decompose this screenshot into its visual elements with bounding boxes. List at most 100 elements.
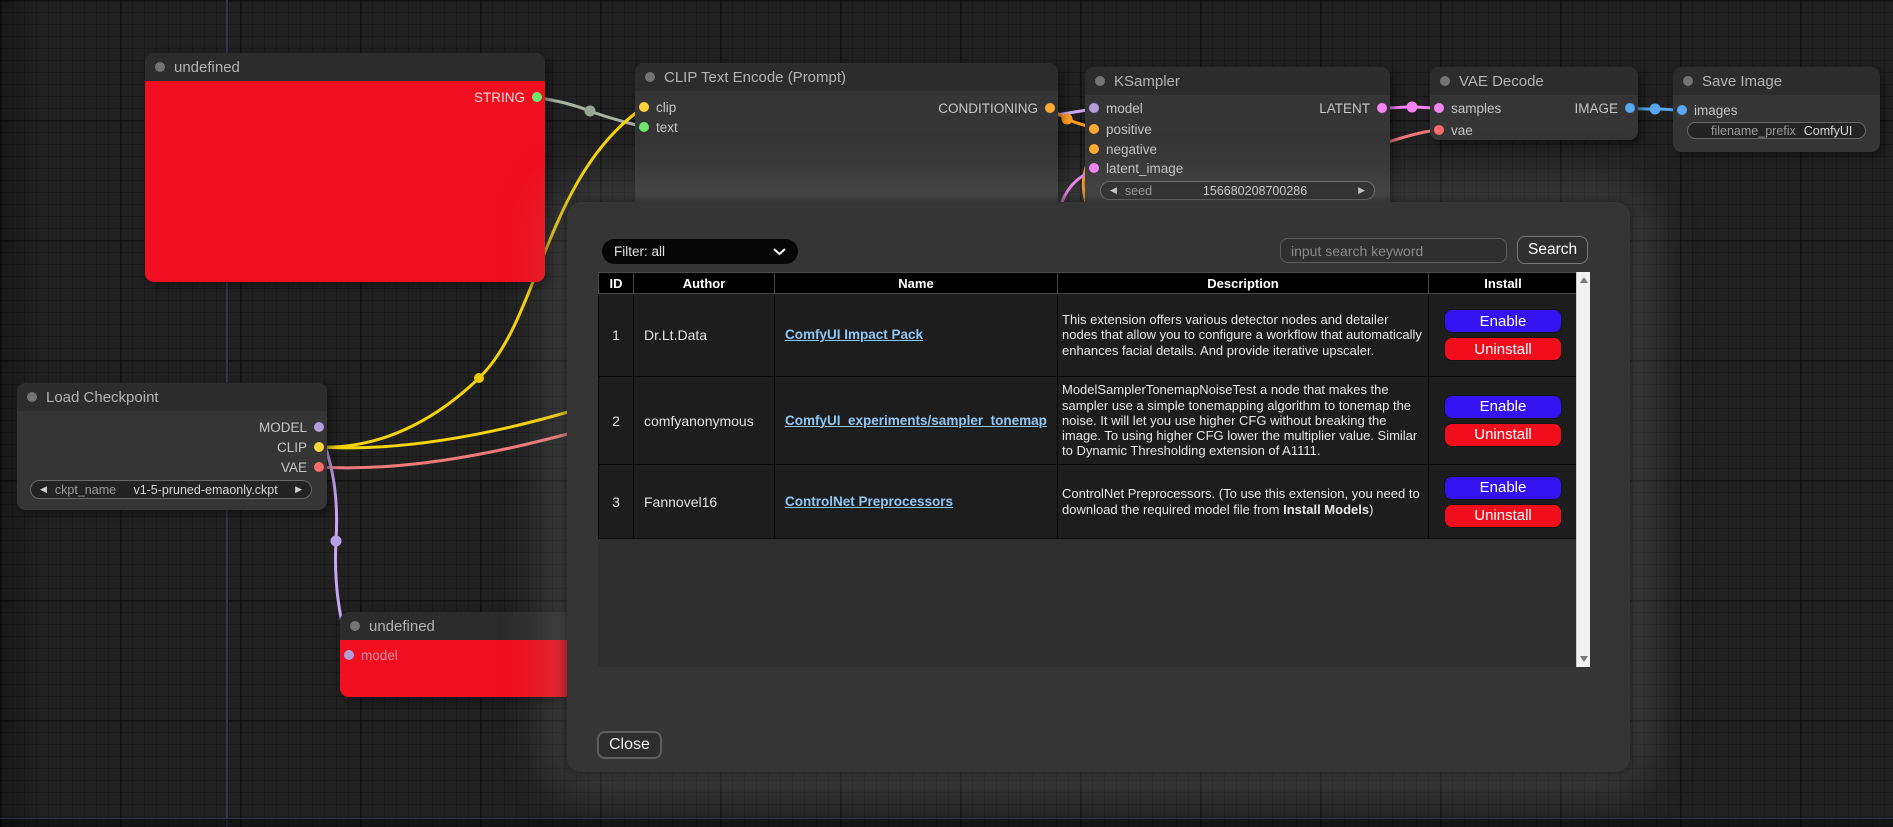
- cell-id: 2: [599, 377, 634, 465]
- input-slot-vae[interactable]: vae: [1434, 122, 1473, 138]
- decrement-arrow-icon[interactable]: ◀: [1110, 186, 1117, 195]
- input-slot-positive[interactable]: positive: [1089, 121, 1152, 137]
- slot-dot-icon[interactable]: [1434, 125, 1444, 135]
- slot-dot-icon[interactable]: [639, 102, 649, 112]
- slot-label: LATENT: [1319, 101, 1370, 116]
- reroute-dot[interactable]: [331, 536, 342, 547]
- extension-link[interactable]: ComfyUI Impact Pack: [785, 327, 923, 342]
- uninstall-button[interactable]: Uninstall: [1444, 337, 1562, 361]
- reroute-dot[interactable]: [1062, 114, 1073, 125]
- uninstall-button[interactable]: Uninstall: [1444, 423, 1562, 447]
- search-input[interactable]: [1280, 238, 1507, 263]
- scroll-up-icon[interactable]: [1580, 277, 1588, 283]
- filter-select[interactable]: Filter: all: [602, 239, 798, 264]
- extension-table: ID Author Name Description Install 1 Dr.…: [598, 272, 1578, 539]
- node-title-bar[interactable]: VAE Decode: [1430, 67, 1638, 95]
- slot-dot-icon[interactable]: [1377, 103, 1387, 113]
- input-slot-latent-image[interactable]: latent_image: [1089, 160, 1183, 176]
- output-slot-string[interactable]: STRING: [474, 89, 542, 105]
- enable-button[interactable]: Enable: [1444, 395, 1562, 419]
- node-title-bar[interactable]: Save Image: [1673, 67, 1880, 95]
- filename-prefix-widget[interactable]: filename_prefix ComfyUI: [1687, 122, 1866, 139]
- extension-link[interactable]: ControlNet Preprocessors: [785, 494, 953, 509]
- node-title-bar[interactable]: undefined: [145, 53, 545, 81]
- cell-id: 1: [599, 294, 634, 377]
- ckpt-name-widget[interactable]: ◀ ckpt_name v1-5-pruned-emaonly.ckpt ▶: [30, 480, 312, 499]
- slot-dot-icon[interactable]: [1045, 103, 1055, 113]
- output-slot-vae[interactable]: VAE: [281, 459, 324, 475]
- increment-arrow-icon[interactable]: ▶: [1358, 186, 1365, 195]
- col-header-id: ID: [599, 273, 634, 294]
- collapse-dot-icon[interactable]: [1440, 76, 1450, 86]
- seed-widget[interactable]: ◀ seed 156680208700286 ▶: [1100, 181, 1375, 200]
- input-slot-samples[interactable]: samples: [1434, 100, 1501, 116]
- node-save-image[interactable]: Save Image images filename_prefix ComfyU…: [1673, 67, 1880, 152]
- input-slot-images[interactable]: images: [1677, 102, 1738, 118]
- collapse-dot-icon[interactable]: [1095, 76, 1105, 86]
- slot-label: model: [361, 648, 398, 663]
- previous-arrow-icon[interactable]: ◀: [40, 485, 47, 494]
- wire-vae-to-decode: [1382, 130, 1437, 144]
- node-vae-decode[interactable]: VAE Decode samples vae IMAGE: [1430, 67, 1638, 140]
- slot-label: IMAGE: [1574, 101, 1618, 116]
- reroute-dot[interactable]: [585, 106, 596, 117]
- cell-description: ModelSamplerTonemapNoiseTest a node that…: [1058, 377, 1429, 465]
- slot-dot-icon[interactable]: [1625, 103, 1635, 113]
- node-title-bar[interactable]: CLIP Text Encode (Prompt): [635, 63, 1058, 91]
- scroll-down-icon[interactable]: [1580, 656, 1588, 662]
- slot-dot-icon[interactable]: [1677, 105, 1687, 115]
- output-slot-image[interactable]: IMAGE: [1574, 100, 1635, 116]
- cell-author: comfyanonymous: [634, 377, 775, 465]
- node-title-bar[interactable]: undefined: [340, 612, 575, 640]
- output-slot-latent[interactable]: LATENT: [1319, 100, 1387, 116]
- node-title-bar[interactable]: KSampler: [1085, 67, 1390, 95]
- extension-link[interactable]: ComfyUI_experiments/sampler_tonemap: [785, 413, 1047, 428]
- install-actions: Enable Uninstall: [1430, 476, 1576, 528]
- slot-dot-icon[interactable]: [639, 122, 649, 132]
- enable-button[interactable]: Enable: [1444, 309, 1562, 333]
- collapse-dot-icon[interactable]: [1683, 76, 1693, 86]
- input-slot-model[interactable]: model: [1089, 100, 1143, 116]
- input-slot-negative[interactable]: negative: [1089, 141, 1157, 157]
- slot-dot-icon[interactable]: [1089, 163, 1099, 173]
- node-load-checkpoint[interactable]: Load Checkpoint MODEL CLIP VAE ◀ ckpt_na…: [17, 383, 327, 510]
- node-graph-canvas[interactable]: undefined STRING CLIP Text Encode (Promp…: [0, 0, 1893, 827]
- search-button[interactable]: Search: [1517, 236, 1588, 264]
- node-string-undefined[interactable]: undefined STRING: [145, 53, 545, 282]
- input-slot-clip[interactable]: clip: [639, 99, 676, 115]
- slot-label: clip: [656, 100, 676, 115]
- node-title-bar[interactable]: Load Checkpoint: [17, 383, 327, 411]
- uninstall-button[interactable]: Uninstall: [1444, 504, 1562, 528]
- input-slot-model[interactable]: model: [344, 647, 398, 663]
- slot-dot-icon[interactable]: [314, 462, 324, 472]
- slot-dot-icon[interactable]: [1434, 103, 1444, 113]
- cell-author: Fannovel16: [634, 465, 775, 539]
- next-arrow-icon[interactable]: ▶: [295, 485, 302, 494]
- node-model-undefined[interactable]: undefined model: [340, 612, 575, 697]
- collapse-dot-icon[interactable]: [155, 62, 165, 72]
- slot-dot-icon[interactable]: [1089, 124, 1099, 134]
- table-scrollbar[interactable]: [1576, 272, 1590, 667]
- reroute-dot[interactable]: [1650, 104, 1661, 115]
- table-header-row: ID Author Name Description Install: [599, 273, 1578, 294]
- enable-button[interactable]: Enable: [1444, 476, 1562, 500]
- slot-dot-icon[interactable]: [314, 442, 324, 452]
- output-slot-model[interactable]: MODEL: [259, 419, 324, 435]
- collapse-dot-icon[interactable]: [645, 72, 655, 82]
- col-header-install: Install: [1429, 273, 1578, 294]
- cell-description: ControlNet Preprocessors. (To use this e…: [1058, 465, 1429, 539]
- reroute-dot[interactable]: [1407, 102, 1418, 113]
- collapse-dot-icon[interactable]: [27, 392, 37, 402]
- slot-dot-icon[interactable]: [314, 422, 324, 432]
- collapse-dot-icon[interactable]: [350, 621, 360, 631]
- slot-dot-icon[interactable]: [344, 650, 354, 660]
- slot-dot-icon[interactable]: [532, 92, 542, 102]
- cell-id: 3: [599, 465, 634, 539]
- input-slot-text[interactable]: text: [639, 119, 678, 135]
- output-slot-conditioning[interactable]: CONDITIONING: [938, 100, 1055, 116]
- slot-dot-icon[interactable]: [1089, 144, 1099, 154]
- slot-dot-icon[interactable]: [1089, 103, 1099, 113]
- reroute-dot[interactable]: [474, 373, 484, 383]
- close-button[interactable]: Close: [597, 731, 662, 759]
- output-slot-clip[interactable]: CLIP: [277, 439, 324, 455]
